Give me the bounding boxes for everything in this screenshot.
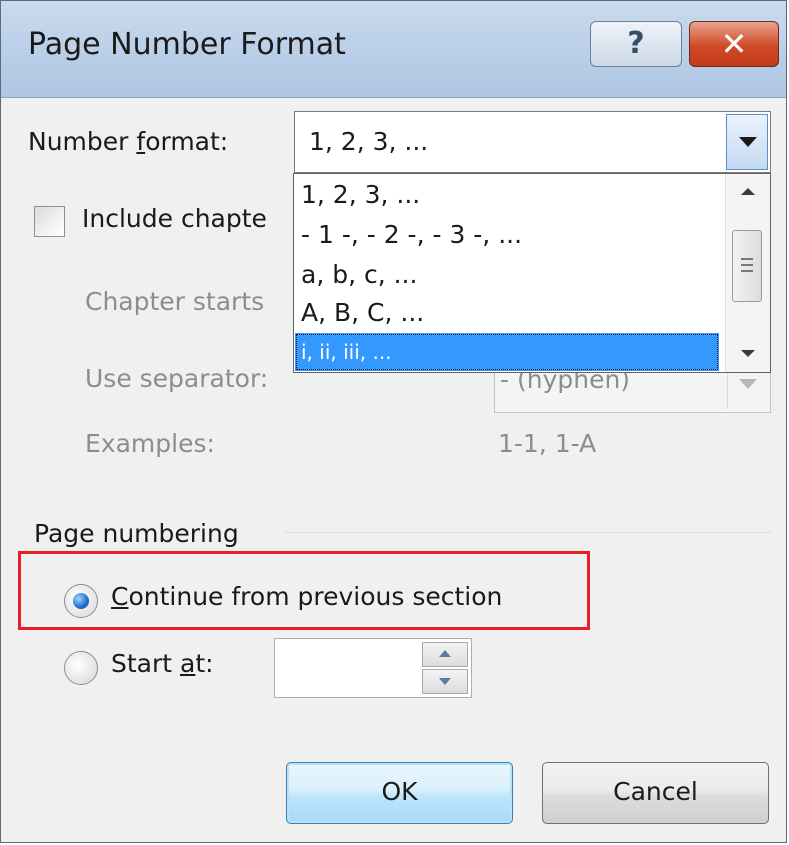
dialog-title: Page Number Format (28, 27, 346, 62)
page-numbering-group-label: Page numbering (34, 519, 239, 548)
continue-radio[interactable] (64, 584, 98, 618)
close-icon: ✕ (720, 25, 748, 63)
start-at-label[interactable]: Start at: (111, 649, 214, 678)
examples-value: 1-1, 1-A (498, 429, 597, 458)
start-at-radio[interactable] (64, 651, 98, 685)
number-format-combo[interactable]: 1, 2, 3, ... (294, 111, 771, 173)
spinner-buttons[interactable] (422, 642, 468, 694)
help-button[interactable]: ? (590, 21, 682, 67)
close-button[interactable]: ✕ (689, 21, 779, 67)
ok-button[interactable]: OK (286, 762, 513, 824)
scroll-thumb[interactable] (732, 230, 762, 302)
dropdown-scrollbar[interactable] (725, 174, 770, 372)
number-format-label: Number format: (28, 127, 229, 156)
question-icon: ? (627, 26, 645, 61)
dropdown-option[interactable]: 1, 2, 3, ... (295, 176, 719, 214)
continue-label[interactable]: Continue from previous section (111, 582, 502, 611)
page-number-format-dialog: Page Number Format ? ✕ Number format: 1,… (0, 0, 787, 843)
title-bar[interactable]: Page Number Format ? ✕ (1, 1, 786, 98)
dropdown-option-selected[interactable]: i, ii, iii, ... (295, 333, 719, 371)
include-chapter-label: Include chapte (82, 204, 267, 233)
chevron-down-icon (727, 373, 768, 409)
chapter-starts-label: Chapter starts (85, 287, 265, 316)
chevron-down-icon[interactable] (726, 114, 768, 170)
spin-up-icon[interactable] (422, 642, 468, 667)
start-at-spinner[interactable] (274, 638, 472, 698)
use-separator-label: Use separator: (85, 364, 269, 393)
dropdown-option[interactable]: - 1 -, - 2 -, - 3 -, ... (295, 216, 719, 254)
number-format-dropdown-list[interactable]: 1, 2, 3, ... - 1 -, - 2 -, - 3 -, ... a,… (293, 173, 771, 373)
cancel-button[interactable]: Cancel (542, 762, 769, 824)
scroll-up-icon[interactable] (726, 174, 770, 210)
number-format-value: 1, 2, 3, ... (309, 127, 429, 156)
examples-label: Examples: (85, 429, 215, 458)
include-chapter-checkbox[interactable] (34, 206, 65, 237)
group-divider (284, 532, 772, 533)
dropdown-option[interactable]: a, b, c, ... (295, 256, 719, 294)
separator-combo: - (hyphen) (494, 365, 771, 413)
scroll-down-icon[interactable] (726, 336, 770, 372)
dropdown-option[interactable]: A, B, C, ... (295, 294, 719, 332)
spin-down-icon[interactable] (422, 669, 468, 694)
